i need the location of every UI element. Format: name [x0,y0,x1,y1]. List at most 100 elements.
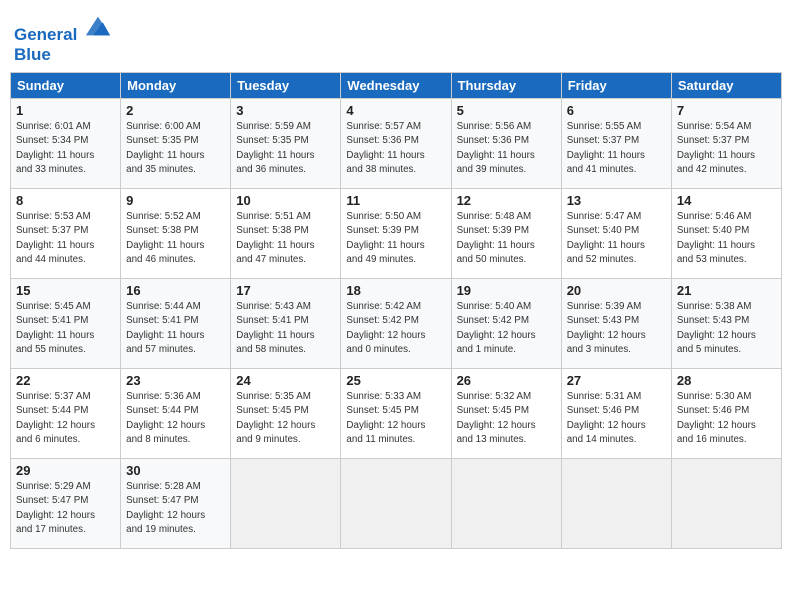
day-cell: 16 Sunrise: 5:44 AM Sunset: 5:41 PM Dayli… [121,279,231,369]
day-cell: 17 Sunrise: 5:43 AM Sunset: 5:41 PM Dayli… [231,279,341,369]
day-info: Sunrise: 5:29 AM Sunset: 5:47 PM Dayligh… [16,480,115,537]
day-cell: 22 Sunrise: 5:37 AM Sunset: 5:44 PM Dayli… [11,369,121,459]
day-cell: 12 Sunrise: 5:48 AM Sunset: 5:39 PM Dayli… [451,189,561,279]
day-cell: 27Sunrise: 5:31 AM Sunset: 5:46 PM Dayli… [561,369,671,459]
day-info: Sunrise: 5:55 AM Sunset: 5:37 PM Dayligh… [567,120,666,177]
day-number: 25 [346,373,445,388]
day-number: 8 [16,193,115,208]
day-cell: 4 Sunrise: 5:57 AM Sunset: 5:36 PM Daylig… [341,99,451,189]
week-row-3: 15 Sunrise: 5:45 AM Sunset: 5:41 PM Dayli… [11,279,782,369]
day-cell: 24 Sunrise: 5:35 AM Sunset: 5:45 PM Dayli… [231,369,341,459]
day-cell: 2 Sunrise: 6:00 AM Sunset: 5:35 PM Daylig… [121,99,231,189]
logo-blue: Blue [14,45,112,65]
day-info: Sunrise: 5:47 AM Sunset: 5:40 PM Dayligh… [567,210,666,267]
day-cell-1: 1 Sunrise: 6:01 AM Sunset: 5:34 PM Daylig… [11,99,121,189]
day-number: 26 [457,373,556,388]
day-info: Sunrise: 5:43 AM Sunset: 5:41 PM Dayligh… [236,300,335,357]
day-cell: 5 Sunrise: 5:56 AM Sunset: 5:36 PM Daylig… [451,99,561,189]
day-header-friday: Friday [561,73,671,99]
day-number: 5 [457,103,556,118]
day-info: Sunrise: 5:54 AM Sunset: 5:37 PM Dayligh… [677,120,776,177]
day-number: 12 [457,193,556,208]
day-number: 22 [16,373,115,388]
day-info: Sunrise: 5:37 AM Sunset: 5:44 PM Dayligh… [16,390,115,447]
day-header-saturday: Saturday [671,73,781,99]
day-info: Sunrise: 5:45 AM Sunset: 5:41 PM Dayligh… [16,300,115,357]
day-number: 13 [567,193,666,208]
day-cell: 19 Sunrise: 5:40 AM Sunset: 5:42 PM Dayli… [451,279,561,369]
day-number: 15 [16,283,115,298]
day-info: Sunrise: 5:28 AM Sunset: 5:47 PM Dayligh… [126,480,225,537]
day-number: 14 [677,193,776,208]
day-cell: 20 Sunrise: 5:39 AM Sunset: 5:43 PM Dayli… [561,279,671,369]
day-info: Sunrise: 5:57 AM Sunset: 5:36 PM Dayligh… [346,120,445,177]
day-cell: 10Sunrise: 5:51 AM Sunset: 5:38 PM Dayli… [231,189,341,279]
day-number: 28 [677,373,776,388]
day-cell: 21 Sunrise: 5:38 AM Sunset: 5:43 PM Dayli… [671,279,781,369]
day-info: Sunrise: 5:59 AM Sunset: 5:35 PM Dayligh… [236,120,335,177]
day-number: 19 [457,283,556,298]
logo-text: General [14,16,112,45]
day-cell: 18 Sunrise: 5:42 AM Sunset: 5:42 PM Dayli… [341,279,451,369]
day-header-sunday: Sunday [11,73,121,99]
day-info: Sunrise: 5:32 AM Sunset: 5:45 PM Dayligh… [457,390,556,447]
day-number: 27 [567,373,666,388]
day-info: Sunrise: 5:56 AM Sunset: 5:36 PM Dayligh… [457,120,556,177]
day-info: Sunrise: 5:51 AM Sunset: 5:38 PM Dayligh… [236,210,335,267]
day-number: 17 [236,283,335,298]
day-header-tuesday: Tuesday [231,73,341,99]
day-info: Sunrise: 5:40 AM Sunset: 5:42 PM Dayligh… [457,300,556,357]
day-info: Sunrise: 5:46 AM Sunset: 5:40 PM Dayligh… [677,210,776,267]
day-header-thursday: Thursday [451,73,561,99]
day-cell: 13 Sunrise: 5:47 AM Sunset: 5:40 PM Dayli… [561,189,671,279]
day-number: 18 [346,283,445,298]
day-cell: 26 Sunrise: 5:32 AM Sunset: 5:45 PM Dayli… [451,369,561,459]
day-number: 6 [567,103,666,118]
page-header: General Blue [10,10,782,64]
day-number: 20 [567,283,666,298]
day-info: Sunrise: 5:42 AM Sunset: 5:42 PM Dayligh… [346,300,445,357]
day-number: 2 [126,103,225,118]
day-number: 7 [677,103,776,118]
day-cell: 14 Sunrise: 5:46 AM Sunset: 5:40 PM Dayli… [671,189,781,279]
day-info: Sunrise: 5:53 AM Sunset: 5:37 PM Dayligh… [16,210,115,267]
day-info: Sunrise: 5:52 AM Sunset: 5:38 PM Dayligh… [126,210,225,267]
day-cell: 28Sunrise: 5:30 AM Sunset: 5:46 PM Dayli… [671,369,781,459]
day-cell [451,459,561,549]
day-info: Sunrise: 5:35 AM Sunset: 5:45 PM Dayligh… [236,390,335,447]
week-row-5: 29Sunrise: 5:29 AM Sunset: 5:47 PM Dayli… [11,459,782,549]
day-info: Sunrise: 6:00 AM Sunset: 5:35 PM Dayligh… [126,120,225,177]
day-cell: 11Sunrise: 5:50 AM Sunset: 5:39 PM Dayli… [341,189,451,279]
logo: General Blue [14,16,112,64]
day-number: 16 [126,283,225,298]
day-info: Sunrise: 5:48 AM Sunset: 5:39 PM Dayligh… [457,210,556,267]
day-number: 4 [346,103,445,118]
day-header-wednesday: Wednesday [341,73,451,99]
day-number: 3 [236,103,335,118]
calendar-header-row: SundayMondayTuesdayWednesdayThursdayFrid… [11,73,782,99]
day-cell: 8 Sunrise: 5:53 AM Sunset: 5:37 PM Daylig… [11,189,121,279]
day-info: Sunrise: 5:38 AM Sunset: 5:43 PM Dayligh… [677,300,776,357]
day-cell: 7 Sunrise: 5:54 AM Sunset: 5:37 PM Daylig… [671,99,781,189]
day-number: 24 [236,373,335,388]
calendar-table: SundayMondayTuesdayWednesdayThursdayFrid… [10,72,782,549]
day-cell: 9Sunrise: 5:52 AM Sunset: 5:38 PM Daylig… [121,189,231,279]
day-cell: 29Sunrise: 5:29 AM Sunset: 5:47 PM Dayli… [11,459,121,549]
day-header-monday: Monday [121,73,231,99]
day-cell [231,459,341,549]
day-number: 1 [16,103,115,118]
day-info: Sunrise: 6:01 AM Sunset: 5:34 PM Dayligh… [16,120,115,177]
day-number: 21 [677,283,776,298]
logo-icon [84,12,112,40]
day-cell: 6 Sunrise: 5:55 AM Sunset: 5:37 PM Daylig… [561,99,671,189]
day-info: Sunrise: 5:50 AM Sunset: 5:39 PM Dayligh… [346,210,445,267]
day-cell [561,459,671,549]
week-row-4: 22 Sunrise: 5:37 AM Sunset: 5:44 PM Dayli… [11,369,782,459]
week-row-1: 1 Sunrise: 6:01 AM Sunset: 5:34 PM Daylig… [11,99,782,189]
day-cell: 3 Sunrise: 5:59 AM Sunset: 5:35 PM Daylig… [231,99,341,189]
week-row-2: 8 Sunrise: 5:53 AM Sunset: 5:37 PM Daylig… [11,189,782,279]
day-info: Sunrise: 5:33 AM Sunset: 5:45 PM Dayligh… [346,390,445,447]
day-info: Sunrise: 5:39 AM Sunset: 5:43 PM Dayligh… [567,300,666,357]
day-number: 23 [126,373,225,388]
day-info: Sunrise: 5:44 AM Sunset: 5:41 PM Dayligh… [126,300,225,357]
